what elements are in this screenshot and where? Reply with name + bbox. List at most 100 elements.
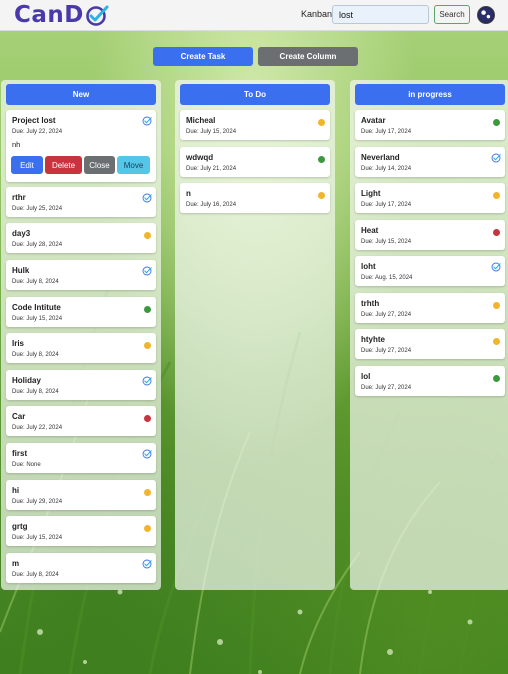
task-title: Hulk (12, 266, 30, 275)
task-card[interactable]: loht Due: Aug. 15, 2024 (355, 256, 505, 286)
logo-text: CanD (14, 2, 84, 28)
edit-button[interactable]: Edit (11, 156, 43, 174)
task-due-date: Due: July 28, 2024 (12, 242, 63, 248)
status-dot (493, 302, 500, 309)
task-due-date: Due: July 15, 2024 (12, 535, 63, 541)
task-card[interactable]: Iris Due: July 8, 2024 (6, 333, 156, 363)
status-dot (318, 156, 325, 163)
task-title: Heat (361, 226, 379, 235)
task-card[interactable]: grtg Due: July 15, 2024 (6, 516, 156, 546)
check-circle-icon (142, 266, 152, 276)
create-column-button[interactable]: Create Column (258, 47, 358, 66)
task-title: Neverland (361, 153, 400, 162)
task-card[interactable]: n Due: July 16, 2024 (180, 183, 330, 213)
task-card[interactable]: Avatar Due: July 17, 2024 (355, 110, 505, 140)
task-card[interactable]: Car Due: July 22, 2024 (6, 406, 156, 436)
task-title: m (12, 559, 20, 568)
task-title: grtg (12, 522, 28, 531)
task-card[interactable]: Neverland Due: July 14, 2024 (355, 147, 505, 177)
search-input[interactable] (332, 5, 429, 24)
status-dot (144, 306, 151, 313)
check-circle-icon (142, 193, 152, 203)
status-dot (493, 375, 500, 382)
task-title: first (12, 449, 28, 458)
task-due-date: Due: July 29, 2024 (12, 499, 63, 505)
move-button[interactable]: Move (117, 156, 150, 174)
task-due-date: Due: July 25, 2024 (12, 206, 63, 212)
task-card[interactable]: Hulk Due: July 8, 2024 (6, 260, 156, 290)
check-circle-icon (142, 116, 152, 126)
task-due-date: Due: July 15, 2024 (361, 239, 412, 245)
delete-button[interactable]: Delete (45, 156, 82, 174)
task-card[interactable]: Light Due: July 17, 2024 (355, 183, 505, 213)
task-title: Car (12, 412, 26, 421)
check-circle-icon (491, 153, 501, 163)
column-to-do: To Do Micheal Due: July 15, 2024 wdwqd D… (175, 80, 335, 590)
task-title: rthr (12, 193, 26, 202)
task-due-date: Due: July 8, 2024 (12, 389, 59, 395)
task-card[interactable]: lol Due: July 27, 2024 (355, 366, 505, 396)
kanban-nav-link[interactable]: Kanban (301, 9, 332, 19)
task-title: hi (12, 486, 20, 495)
task-due-date: Due: July 17, 2024 (361, 129, 412, 135)
check-circle-icon (491, 262, 501, 272)
task-title: loht (361, 262, 376, 271)
task-card[interactable]: m Due: July 8, 2024 (6, 553, 156, 583)
task-card[interactable]: Code Intitute Due: July 15, 2024 (6, 297, 156, 327)
create-task-button[interactable]: Create Task (153, 47, 253, 66)
task-card[interactable]: Micheal Due: July 15, 2024 (180, 110, 330, 140)
close-button[interactable]: Close (84, 156, 115, 174)
task-due-date: Due: July 27, 2024 (361, 385, 412, 391)
task-due-date: Due: July 16, 2024 (186, 202, 237, 208)
task-due-date: Due: July 15, 2024 (12, 316, 63, 322)
task-card[interactable]: Holiday Due: July 8, 2024 (6, 370, 156, 400)
logo-check-icon (86, 5, 109, 26)
task-due-date: Due: None (12, 462, 41, 468)
task-title: Avatar (361, 116, 386, 125)
task-title: Project lost (12, 116, 56, 125)
status-dot (144, 489, 151, 496)
logo[interactable]: CanD (14, 1, 109, 29)
task-title: lol (361, 372, 371, 381)
task-card[interactable]: trhth Due: July 27, 2024 (355, 293, 505, 323)
task-due-date: Due: July 14, 2024 (361, 166, 412, 172)
status-dot (493, 192, 500, 199)
status-dot (493, 119, 500, 126)
column-header[interactable]: in progress (355, 84, 505, 105)
task-due-date: Due: July 8, 2024 (12, 279, 59, 285)
check-circle-icon (142, 449, 152, 459)
task-card[interactable]: first Due: None (6, 443, 156, 473)
task-due-date: Due: Aug. 15, 2024 (361, 275, 413, 281)
task-card[interactable]: day3 Due: July 28, 2024 (6, 223, 156, 253)
task-card[interactable]: wdwqd Due: July 21, 2024 (180, 147, 330, 177)
task-title: trhth (361, 299, 380, 308)
status-dot (318, 119, 325, 126)
task-card-expanded[interactable]: Project lost Due: July 22, 2024 nh Edit … (6, 110, 156, 182)
task-due-date: Due: July 8, 2024 (12, 572, 59, 578)
column-header[interactable]: To Do (180, 84, 330, 105)
status-dot (493, 338, 500, 345)
navbar: CanD Kanban Search (0, 0, 508, 31)
search-button[interactable]: Search (434, 5, 470, 24)
task-title: Micheal (186, 116, 216, 125)
status-dot (144, 525, 151, 532)
task-due-date: Due: July 15, 2024 (186, 129, 237, 135)
avatar[interactable] (477, 6, 495, 24)
task-card[interactable]: hi Due: July 29, 2024 (6, 480, 156, 510)
check-circle-icon (142, 559, 152, 569)
column-new: New Project lost Due: July 22, 2024 nh E… (1, 80, 161, 590)
task-due-date: Due: July 27, 2024 (361, 348, 412, 354)
task-card[interactable]: Heat Due: July 15, 2024 (355, 220, 505, 250)
check-circle-icon (142, 376, 152, 386)
column-header[interactable]: New (6, 84, 156, 105)
task-card[interactable]: rthr Due: July 25, 2024 (6, 187, 156, 217)
task-title: Code Intitute (12, 303, 61, 312)
task-description: nh (12, 140, 21, 149)
task-due-date: Due: July 22, 2024 (12, 425, 63, 431)
task-card[interactable]: htyhte Due: July 27, 2024 (355, 329, 505, 359)
task-due-date: Due: July 27, 2024 (361, 312, 412, 318)
task-title: n (186, 189, 191, 198)
task-due-date: Due: July 8, 2024 (12, 352, 59, 358)
status-dot (144, 415, 151, 422)
task-due-date: Due: July 17, 2024 (361, 202, 412, 208)
